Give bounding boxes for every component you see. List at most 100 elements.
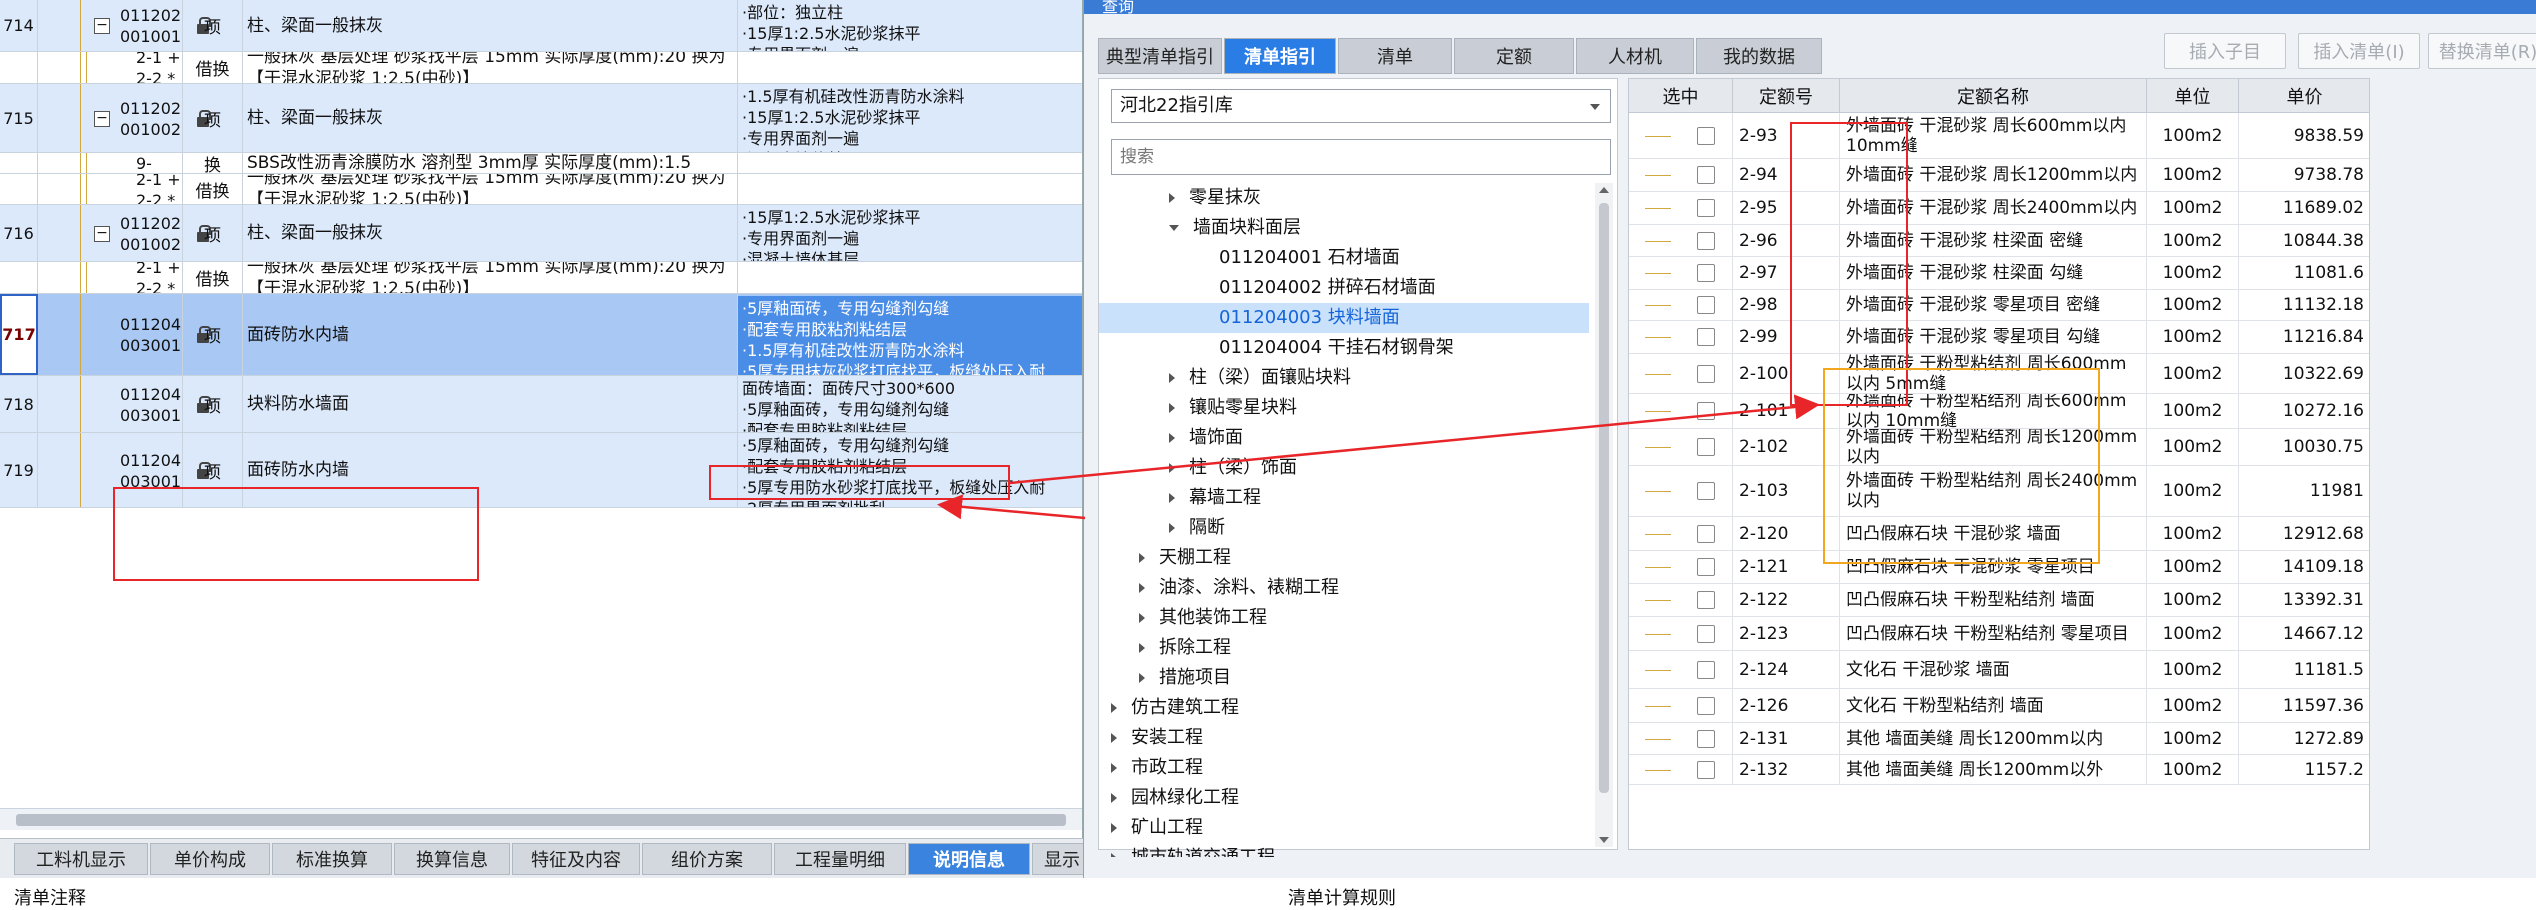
tree-node[interactable]: 011204001 石材墙面	[1219, 243, 1400, 273]
checkbox[interactable]	[1697, 696, 1715, 715]
table-row[interactable]: 2-101 外墙面砖 干粉型粘结剂 周长600mm以内 10mm缝 100m2 102…	[1629, 394, 2369, 429]
chevron-right-icon[interactable]	[1139, 673, 1145, 683]
tree-node[interactable]: 拆除工程	[1139, 633, 1231, 663]
chevron-right-icon[interactable]	[1111, 793, 1117, 803]
chevron-right-icon[interactable]	[1139, 583, 1145, 593]
table-row[interactable]: 2-98 外墙面砖 干混砂浆 零星项目 密缝 100m2 11132.18	[1629, 290, 2369, 321]
collapse-icon[interactable]: −	[94, 110, 110, 127]
dialog-tab[interactable]: 我的数据	[1696, 38, 1822, 74]
scroll-up-icon[interactable]	[1599, 187, 1609, 193]
checkbox[interactable]	[1697, 660, 1715, 679]
table-row[interactable]: 714 −011202 001001 项柱、梁面一般抹灰 ·部位：独立柱 ·15厚1:2…	[0, 0, 1082, 52]
table-row[interactable]: 715−011202 001002 项柱、梁面一般抹灰 ·1.5厚有机硅改性沥青防水涂…	[0, 84, 1082, 153]
bottom-tab[interactable]: 组价方案	[642, 843, 772, 875]
name-cell[interactable]: 柱、梁面一般抹灰	[243, 0, 738, 51]
tree-node[interactable]: 011204002 拼碎石材墙面	[1219, 273, 1436, 303]
feature-cell[interactable]: ·5厚釉面砖，专用勾缝剂勾缝 ·配套专用胶粘剂粘结层 ·1.5厚有机硅改性沥青防…	[738, 296, 1082, 375]
tree-node[interactable]: 幕墙工程	[1169, 483, 1261, 513]
checkbox[interactable]	[1697, 729, 1715, 748]
tree-node[interactable]: 城市轨道交通工程	[1111, 843, 1275, 857]
checkbox[interactable]	[1697, 524, 1715, 543]
table-row[interactable]: 2-124 文化石 干混砂浆 墙面 100m2 11181.5	[1629, 651, 2369, 689]
library-select[interactable]: 河北22指引库	[1111, 89, 1611, 123]
scroll-thumb[interactable]	[16, 814, 1066, 826]
dialog-tab[interactable]: 清单指引	[1224, 38, 1336, 74]
checkbox[interactable]	[1697, 482, 1715, 500]
chevron-right-icon[interactable]	[1111, 733, 1117, 743]
tree-node[interactable]: 零星抹灰	[1169, 183, 1261, 213]
table-row[interactable]: 2-93 外墙面砖 干混砂浆 周长600mm以内 10mm缝 100m2 9838.5…	[1629, 113, 2369, 159]
checkbox[interactable]	[1697, 166, 1715, 184]
feature-cell[interactable]: 面砖墙面：面砖尺寸300*600 ·5厚釉面砖，专用勾缝剂勾缝 ·配套专用胶粘剂…	[738, 376, 1082, 432]
checkbox[interactable]	[1697, 591, 1715, 609]
tree-node[interactable]: 隔断	[1169, 513, 1225, 543]
chevron-right-icon[interactable]	[1169, 193, 1175, 203]
name-cell[interactable]: 一般抹灰 基层处理 砂浆找平层 15mm 实际厚度(mm):20 换为【干混水泥…	[243, 174, 738, 204]
tree-scrollbar[interactable]	[1595, 183, 1613, 847]
table-row[interactable]: 2-94 外墙面砖 干混砂浆 周长1200mm以内 100m2 9738.78	[1629, 159, 2369, 192]
tree-node[interactable]: 安装工程	[1111, 723, 1203, 753]
checkbox[interactable]	[1697, 402, 1715, 420]
name-cell[interactable]: 块料防水墙面	[243, 376, 738, 432]
table-row[interactable]: 2-97 外墙面砖 干混砂浆 柱梁面 勾缝 100m2 11081.6	[1629, 257, 2369, 290]
name-cell[interactable]: 柱、梁面一般抹灰	[243, 84, 738, 152]
chevron-right-icon[interactable]	[1111, 763, 1117, 773]
toolbar-button[interactable]: 替换清单(R)	[2428, 33, 2536, 69]
checkbox[interactable]	[1697, 558, 1715, 576]
feature-cell[interactable]	[738, 52, 1082, 83]
bottom-tab[interactable]: 工程量明细	[774, 843, 906, 875]
table-row[interactable]: 2-132 其他 墙面美缝 周长1200mm以外 100m2 1157.2	[1629, 755, 2369, 785]
bottom-tab[interactable]: 特征及内容	[512, 843, 640, 875]
checkbox[interactable]	[1697, 624, 1715, 643]
checkbox[interactable]	[1697, 364, 1715, 383]
table-row[interactable]: 2-102 外墙面砖 干粉型粘结剂 周长1200mm以内 100m2 10030.75	[1629, 429, 2369, 466]
tree-node[interactable]: 天棚工程	[1139, 543, 1231, 573]
name-cell[interactable]: 面砖防水内墙	[243, 433, 738, 507]
toolbar-button[interactable]: 插入清单(I)	[2298, 33, 2420, 69]
table-row[interactable]: 2-123 凹凸假麻石块 干粉型粘结剂 零星项目 100m2 14667.12	[1629, 617, 2369, 651]
feature-cell[interactable]: ·1.5厚有机硅改性沥青防水涂料 ·15厚1:2.5水泥砂浆抹平 ·专用界面剂一…	[738, 84, 1082, 152]
checkbox[interactable]	[1697, 231, 1715, 250]
table-row[interactable]: 2-122 凹凸假麻石块 干粉型粘结剂 墙面 100m2 13392.31	[1629, 584, 2369, 617]
table-row[interactable]: 2-121 凹凸假麻石块 干混砂浆 零星项目 100m2 14109.18	[1629, 551, 2369, 584]
bottom-tab[interactable]: 标准换算	[272, 843, 392, 875]
tree-node[interactable]: 其他装饰工程	[1139, 603, 1267, 633]
name-cell[interactable]: 柱、梁面一般抹灰	[243, 205, 738, 261]
tree-node[interactable]: 墙饰面	[1169, 423, 1243, 453]
chevron-right-icon[interactable]	[1139, 553, 1145, 563]
chevron-right-icon[interactable]	[1169, 433, 1175, 443]
toolbar-button[interactable]: 插入子目	[2164, 33, 2286, 69]
horizontal-scrollbar[interactable]	[0, 808, 1082, 830]
table-row[interactable]: 2-131 其他 墙面美缝 周长1200mm以内 100m2 1272.89	[1629, 723, 2369, 755]
checkbox[interactable]	[1697, 264, 1715, 282]
name-cell[interactable]: 面砖防水内墙	[243, 294, 738, 375]
checkbox[interactable]	[1697, 760, 1715, 779]
feature-cell[interactable]	[738, 262, 1082, 293]
dialog-tab[interactable]: 人材机	[1576, 38, 1694, 74]
feature-cell[interactable]	[738, 174, 1082, 204]
chevron-right-icon[interactable]	[1111, 853, 1117, 857]
tree-node[interactable]: 矿山工程	[1111, 813, 1203, 843]
tree-node[interactable]: 市政工程	[1111, 753, 1203, 783]
chevron-right-icon[interactable]	[1139, 643, 1145, 653]
bottom-tab[interactable]: 说明信息	[908, 843, 1030, 875]
dialog-tab[interactable]: 典型清单指引	[1098, 38, 1222, 74]
tree-node[interactable]: 油漆、涂料、裱糊工程	[1139, 573, 1339, 603]
table-row[interactable]: 719 011204 003001 项面砖防水内墙 ·5厚釉面砖，专用勾缝剂勾缝 ·配套…	[0, 433, 1082, 508]
sub-row[interactable]: 2-1 + 2-2 * ··· 借换一般抹灰 基层处理 砂浆找平层 15mm 实际厚…	[0, 262, 1082, 294]
chevron-right-icon[interactable]	[1169, 373, 1175, 383]
table-row[interactable]: 718 011204 003001 项块料防水墙面 面砖墙面：面砖尺寸300*600 ·…	[0, 376, 1082, 433]
table-row[interactable]: 2-100 外墙面砖 干粉型粘结剂 周长600mm以内 5mm缝 100m2 1032…	[1629, 354, 2369, 394]
table-row[interactable]: 717 011204 003001 项面砖防水内墙 ·5厚釉面砖，专用勾缝剂勾缝 ·配套…	[0, 294, 1082, 376]
table-row[interactable]: 2-126 文化石 干粉型粘结剂 墙面 100m2 11597.36	[1629, 689, 2369, 723]
checkbox[interactable]	[1697, 438, 1715, 456]
name-cell[interactable]: 一般抹灰 基层处理 砂浆找平层 15mm 实际厚度(mm):20 换为【干混水泥…	[243, 52, 738, 83]
checkbox[interactable]	[1697, 199, 1715, 217]
table-row[interactable]: 716−011202 001002 项柱、梁面一般抹灰 ·15厚1:2.5水泥砂浆抹平…	[0, 205, 1082, 262]
tree-node[interactable]: 011204003 块料墙面	[1099, 303, 1589, 333]
tree-node[interactable]: 园林绿化工程	[1111, 783, 1239, 813]
table-row[interactable]: 2-99 外墙面砖 干混砂浆 零星项目 勾缝 100m2 11216.84	[1629, 321, 2369, 354]
search-input[interactable]	[1111, 139, 1611, 175]
name-cell[interactable]: SBS改性沥青涂膜防水 溶剂型 3mm厚 实际厚度(mm):1.5	[243, 153, 738, 173]
tree-node[interactable]: 柱（梁）面镶贴块料	[1169, 363, 1351, 393]
